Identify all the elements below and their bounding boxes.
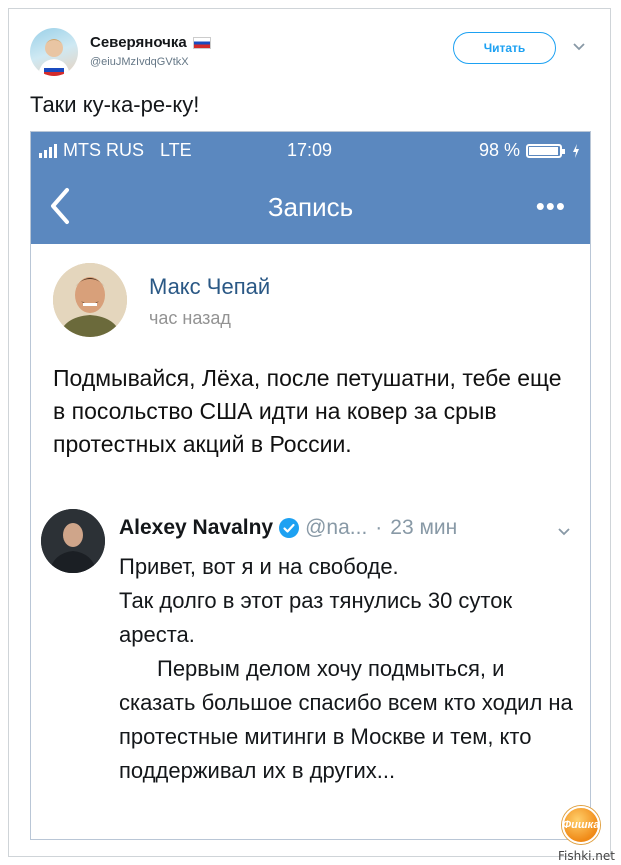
chevron-down-icon[interactable] [572,40,586,54]
tweet-text: Таки ку-ка-ре-ку! [30,92,200,117]
embedded-tweet-line: Привет, вот я и на свободе. [119,554,399,579]
app-navbar: Запись ••• [31,170,590,244]
post-text: Подмывайся, Лёха, после петушатни, тебе … [53,365,562,457]
battery-icon [526,143,565,158]
display-name[interactable]: Северяночка [90,34,211,51]
status-bar: MTS RUS LTE 17:09 98 % [31,132,590,170]
site-watermark: Fishki.net [557,849,615,863]
signal-icon [39,143,57,158]
avatar-photo [38,39,70,76]
embedded-tweet-paragraph: Первым делом хочу подмыться, и сказать б… [119,656,573,783]
display-name-text[interactable]: Северяночка [90,34,187,51]
post-author-avatar[interactable] [53,263,127,337]
embedded-tweet-time[interactable]: 23 мин [390,516,457,540]
page-title: Запись [267,192,354,222]
charging-icon [573,143,579,158]
verified-badge-icon [279,518,300,538]
embedded-screenshot: MTS RUS LTE 17:09 98 % Запись ••• Макс Ч… [30,131,591,840]
post-author-name[interactable]: Макс Чепай [149,274,270,300]
more-options-button[interactable]: ••• [536,193,566,219]
embedded-author-name[interactable]: Alexey Navalny [119,516,273,540]
embedded-author-photo [41,509,105,573]
carrier-name: MTS RUS [63,140,144,160]
author-photo [53,263,127,337]
embedded-tweet-avatar[interactable] [41,509,105,573]
battery-status: 98 % [479,140,580,161]
post-timestamp: час назад [149,308,231,328]
embedded-author-handle[interactable]: @na... [305,516,367,540]
status-time: 17:09 [287,140,333,160]
embedded-tweet-header: Alexey Navalny @na... · 23 мин [119,516,579,540]
follow-button[interactable]: Читать [453,32,556,64]
header-separator: · [375,516,383,539]
network-type: LTE [160,140,192,160]
battery-percent: 98 % [478,140,520,160]
avatar[interactable] [30,28,78,76]
embedded-tweet-line: Так долго в этот раз тянулись 30 суток а… [119,588,513,647]
carrier-info: MTS RUS LTE [39,140,192,161]
russia-flag-icon [192,36,211,49]
chevron-down-icon[interactable] [557,526,571,538]
fishki-logo: Фишка [562,806,600,844]
embedded-tweet-text: Привет, вот я и на свободе. Так долго в … [119,550,579,788]
user-handle[interactable]: @eiuJMzIvdqGVtkX [90,56,189,68]
